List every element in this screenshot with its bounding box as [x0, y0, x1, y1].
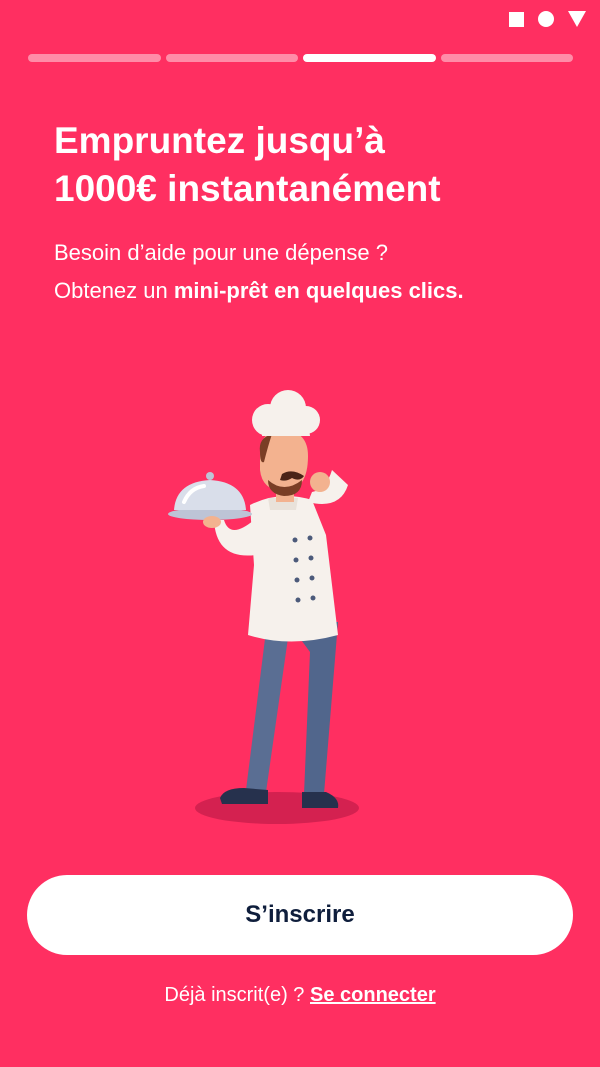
progress-step-2: [165, 54, 298, 62]
progress-step-3: [303, 54, 436, 62]
signup-button[interactable]: S’inscrire: [27, 875, 573, 955]
login-prompt-text: Déjà inscrit(e) ?: [164, 984, 310, 1006]
progress-step-1: [28, 54, 161, 62]
login-link[interactable]: Se connecter: [310, 984, 436, 1006]
title-line-2: 1000€ instantanément: [54, 168, 441, 209]
chef-with-cloche-illustration: [168, 390, 359, 824]
square-icon: [509, 11, 524, 27]
progress-step-4: [440, 54, 573, 62]
onboarding-progress: [28, 54, 573, 63]
status-bar: [509, 11, 586, 27]
page-subtitle: Besoin d’aide pour une dépense ? Obtenez…: [54, 234, 574, 310]
title-line-1: Empruntez jusqu’à: [54, 120, 385, 161]
circle-icon: [538, 11, 554, 27]
triangle-icon: [568, 11, 586, 27]
subtitle-line-2-prefix: Obtenez un: [54, 278, 174, 303]
login-prompt: Déjà inscrit(e) ? Se connecter: [0, 984, 600, 1007]
subtitle-line-1: Besoin d’aide pour une dépense ?: [54, 240, 388, 265]
subtitle-line-2-bold: mini-prêt en quelques clics.: [173, 278, 464, 303]
page-title: Empruntez jusqu’à 1000€ instantanément: [54, 117, 574, 213]
